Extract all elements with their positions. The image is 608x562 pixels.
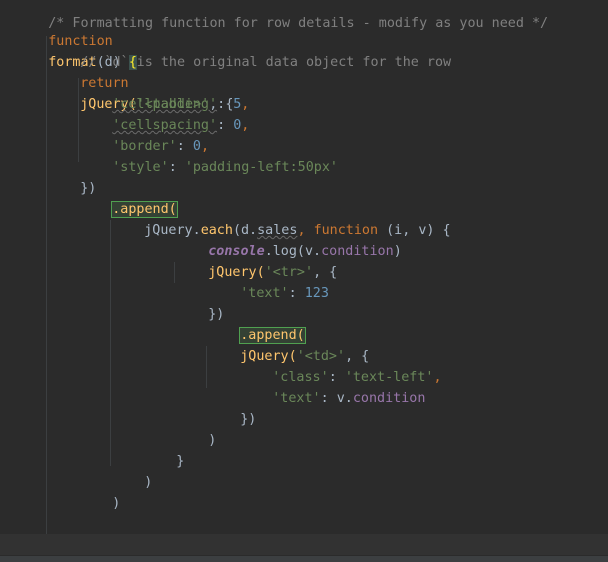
code-line[interactable]: 'text': 123	[208, 262, 329, 301]
code-line[interactable]: return jQuery('<table>', {	[48, 52, 233, 112]
code-line[interactable]: }	[16, 534, 59, 562]
code-text: )	[393, 244, 402, 259]
code-line[interactable]: console.log(v.condition)	[176, 220, 402, 259]
indent-guide	[206, 346, 207, 388]
code-string: 'padding-left:50px'	[184, 160, 338, 175]
code-line[interactable]: )	[80, 472, 120, 511]
indent-guide	[110, 220, 111, 466]
current-line-highlight	[0, 534, 608, 555]
code-number: 123	[304, 286, 329, 301]
code-line[interactable]: )	[112, 451, 152, 490]
code-text: )	[144, 475, 153, 490]
code-editor[interactable]: /* Formatting function for row details -…	[0, 0, 608, 562]
code-line[interactable]: )	[176, 409, 216, 448]
code-line[interactable]: })	[208, 388, 256, 427]
code-line[interactable]: }	[144, 430, 184, 469]
indent-guide	[174, 262, 175, 283]
code-line[interactable]: jQuery.each(d.sales, function (i, v) {	[112, 199, 450, 238]
code-line[interactable]: jQuery('<tr>', {	[176, 241, 337, 280]
code-text: }	[176, 454, 185, 469]
code-string: 'text'	[272, 391, 321, 406]
code-text: :	[288, 286, 305, 301]
indent-guide	[46, 36, 47, 534]
code-text: })	[240, 412, 257, 427]
code-punct: ,	[241, 118, 250, 133]
code-line[interactable]: // `d` is the original data object for t…	[48, 31, 451, 70]
code-text: :	[168, 160, 185, 175]
code-text: )	[112, 496, 121, 511]
code-line[interactable]: 'cellspacing': 0,	[80, 94, 249, 133]
horizontal-scrollbar[interactable]	[0, 556, 608, 562]
code-line[interactable]: jQuery('<td>', {	[208, 325, 369, 364]
code-line[interactable]: 'border': 0,	[80, 115, 209, 154]
code-text: )	[208, 433, 217, 448]
code-line[interactable]: 'cellpadding': 5,	[80, 73, 249, 112]
code-line[interactable]: function format(d) {	[16, 10, 137, 70]
code-line[interactable]: })	[176, 283, 224, 322]
code-line[interactable]: })	[48, 157, 96, 196]
code-property: condition	[352, 391, 426, 406]
code-string: 'text'	[240, 286, 289, 301]
code-line[interactable]: 'class': 'text-left',	[240, 346, 441, 385]
code-line[interactable]: .append(	[80, 178, 178, 218]
code-line[interactable]: 'style': 'padding-left:50px'	[80, 136, 338, 175]
code-line[interactable]: .append(	[208, 304, 306, 344]
code-punct: ,	[433, 370, 442, 385]
code-text: : v.	[320, 391, 353, 406]
code-text: :	[217, 118, 234, 133]
code-line[interactable]: 'text': v.condition	[240, 367, 425, 406]
code-string: 'style'	[112, 160, 169, 175]
